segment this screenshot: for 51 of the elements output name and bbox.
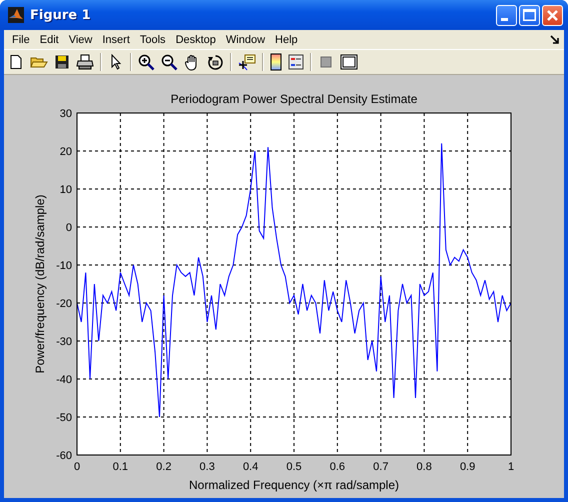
x-tick-label: 0.6	[330, 461, 346, 473]
x-tick-label: 1	[508, 461, 514, 473]
new-file-icon[interactable]	[8, 54, 24, 70]
menu-item[interactable]: Edit	[34, 34, 64, 46]
dock-arrow-icon[interactable]	[550, 34, 560, 44]
square-icon[interactable]	[318, 54, 334, 70]
maximize-button[interactable]	[519, 4, 540, 26]
y-tick-label: -20	[56, 298, 72, 310]
menu-item[interactable]: Insert	[97, 34, 135, 46]
colorbar-icon[interactable]	[270, 53, 282, 71]
printer-icon[interactable]	[76, 54, 94, 70]
x-tick-label: 0.3	[200, 461, 215, 473]
menu-item[interactable]: Help	[270, 34, 303, 46]
y-tick-label: 20	[60, 146, 72, 158]
rotate-icon[interactable]	[207, 54, 224, 70]
zoom-out-icon[interactable]	[161, 54, 178, 70]
menu-item[interactable]: Tools	[134, 34, 171, 46]
window-title: Figure 1	[30, 8, 91, 22]
close-button[interactable]	[542, 4, 563, 26]
x-tick-label: 0.9	[460, 461, 476, 473]
y-tick-label: -10	[56, 260, 72, 272]
maximize-icon	[523, 9, 536, 21]
menu-item[interactable]: View	[64, 34, 98, 46]
x-tick-label: 0.1	[112, 461, 128, 473]
x-axis-label: Normalized Frequency (×π rad/sample)	[188, 478, 400, 492]
menu-item[interactable]: File	[7, 34, 35, 46]
x-tick-label: 0.4	[242, 461, 258, 473]
y-axis-label: Power/frequency (dB/rad/sample)	[33, 194, 47, 374]
window-frame-icon[interactable]	[340, 54, 358, 70]
x-tick-label: 0.5	[286, 461, 302, 473]
y-tick-label: -40	[56, 374, 72, 386]
y-tick-label: 0	[66, 222, 72, 234]
y-tick-label: -60	[56, 450, 72, 462]
app-logo-icon	[8, 7, 24, 23]
x-tick-label: 0.2	[156, 461, 172, 473]
zoom-in-icon[interactable]	[138, 54, 155, 70]
minimize-icon	[500, 18, 508, 20]
x-tick-label: 0.7	[373, 461, 388, 473]
x-tick-label: 0.8	[416, 461, 432, 473]
data-cursor-icon[interactable]	[238, 54, 256, 70]
close-icon	[547, 10, 558, 20]
chart-title: Periodogram Power Spectral Density Estimate	[170, 92, 418, 106]
x-tick-label: 0	[74, 461, 80, 473]
y-tick-label: -50	[56, 412, 72, 424]
legend-icon[interactable]	[288, 54, 304, 70]
y-tick-label: 30	[60, 108, 72, 120]
minimize-button[interactable]	[496, 4, 517, 26]
y-tick-label: 10	[60, 184, 72, 196]
y-tick-label: -30	[56, 336, 72, 348]
menu-item[interactable]: Window	[220, 34, 270, 46]
menu-item[interactable]: Desktop	[170, 34, 221, 46]
